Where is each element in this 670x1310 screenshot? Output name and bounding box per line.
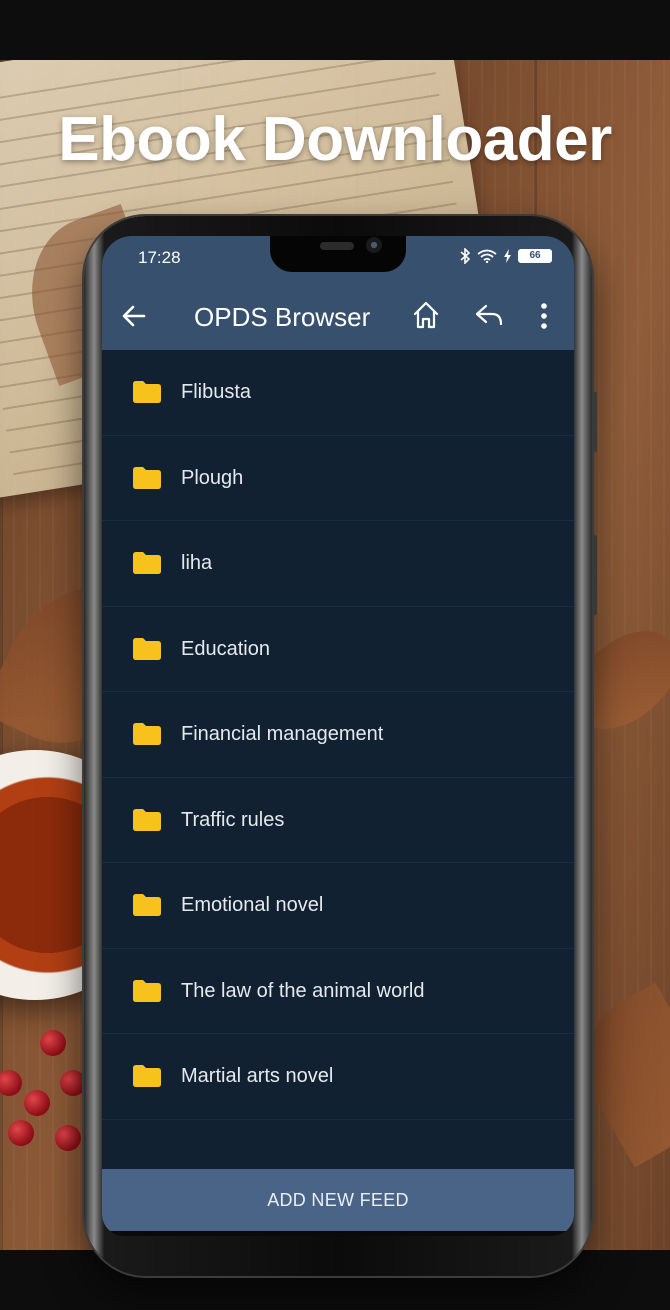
feed-item-label: Flibusta bbox=[181, 381, 252, 403]
feed-item[interactable]: Financial management bbox=[102, 692, 574, 778]
feed-item[interactable]: Emotional novel bbox=[102, 863, 574, 949]
feed-item[interactable]: liha bbox=[102, 521, 574, 607]
feed-item[interactable]: Plough bbox=[102, 436, 574, 521]
wifi-icon bbox=[477, 249, 497, 263]
front-camera bbox=[366, 237, 382, 253]
folder-icon bbox=[133, 466, 161, 489]
phone-power-button bbox=[592, 392, 597, 452]
status-bar: 17:28 66 bbox=[102, 236, 574, 282]
back-arrow-icon[interactable] bbox=[120, 302, 148, 330]
berry-decoration bbox=[60, 1070, 86, 1096]
feed-item[interactable]: Flibusta bbox=[102, 350, 574, 436]
app-bar-title: OPDS Browser bbox=[194, 302, 371, 332]
status-icons: 66 bbox=[460, 248, 552, 264]
folder-icon bbox=[133, 979, 161, 1002]
folder-icon bbox=[133, 894, 161, 916]
folder-icon bbox=[133, 808, 161, 831]
reply-icon[interactable] bbox=[474, 302, 504, 328]
status-time: 17:28 bbox=[138, 248, 181, 267]
berry-decoration bbox=[0, 1070, 22, 1096]
home-icon[interactable] bbox=[412, 300, 440, 330]
add-new-feed-button[interactable]: ADD NEW FEED bbox=[102, 1169, 574, 1231]
promo-headline: Ebook Downloader bbox=[58, 105, 612, 174]
bluetooth-icon bbox=[460, 248, 471, 264]
battery-icon: 66 bbox=[518, 249, 552, 263]
feed-item-label: Emotional novel bbox=[181, 894, 324, 916]
screen-bottom-edge bbox=[102, 1231, 574, 1236]
speaker-grille bbox=[320, 242, 354, 250]
berry-decoration bbox=[8, 1120, 34, 1146]
camera-notch bbox=[270, 236, 406, 272]
feed-item[interactable]: Education bbox=[102, 607, 574, 692]
folder-icon bbox=[133, 723, 161, 745]
feed-item[interactable]: Traffic rules bbox=[102, 778, 574, 863]
folder-icon bbox=[133, 552, 161, 574]
feed-list: Flibusta Plough liha Education Financial… bbox=[102, 350, 574, 1120]
folder-icon bbox=[133, 381, 161, 403]
folder-icon bbox=[133, 1065, 161, 1087]
feed-item-label: Plough bbox=[181, 466, 244, 489]
charging-icon bbox=[504, 249, 511, 263]
feed-item-label: Traffic rules bbox=[181, 808, 285, 831]
feed-item-label: Martial arts novel bbox=[181, 1065, 334, 1087]
phone-volume-button bbox=[592, 535, 597, 615]
berry-decoration bbox=[40, 1030, 66, 1056]
more-vert-icon[interactable] bbox=[532, 300, 556, 332]
phone-screen: 17:28 66 OPDS Browser Flibusta Plough li… bbox=[102, 236, 574, 1236]
feed-item[interactable]: Martial arts novel bbox=[102, 1034, 574, 1120]
berry-decoration bbox=[24, 1090, 50, 1116]
folder-icon bbox=[133, 637, 161, 660]
feed-item-label: Education bbox=[181, 637, 270, 660]
feed-item-label: The law of the animal world bbox=[181, 979, 425, 1002]
feed-item[interactable]: The law of the animal world bbox=[102, 949, 574, 1034]
app-bar: OPDS Browser bbox=[102, 282, 574, 350]
berry-decoration bbox=[55, 1125, 81, 1151]
feed-item-label: liha bbox=[181, 552, 213, 574]
feed-item-label: Financial management bbox=[181, 723, 384, 745]
